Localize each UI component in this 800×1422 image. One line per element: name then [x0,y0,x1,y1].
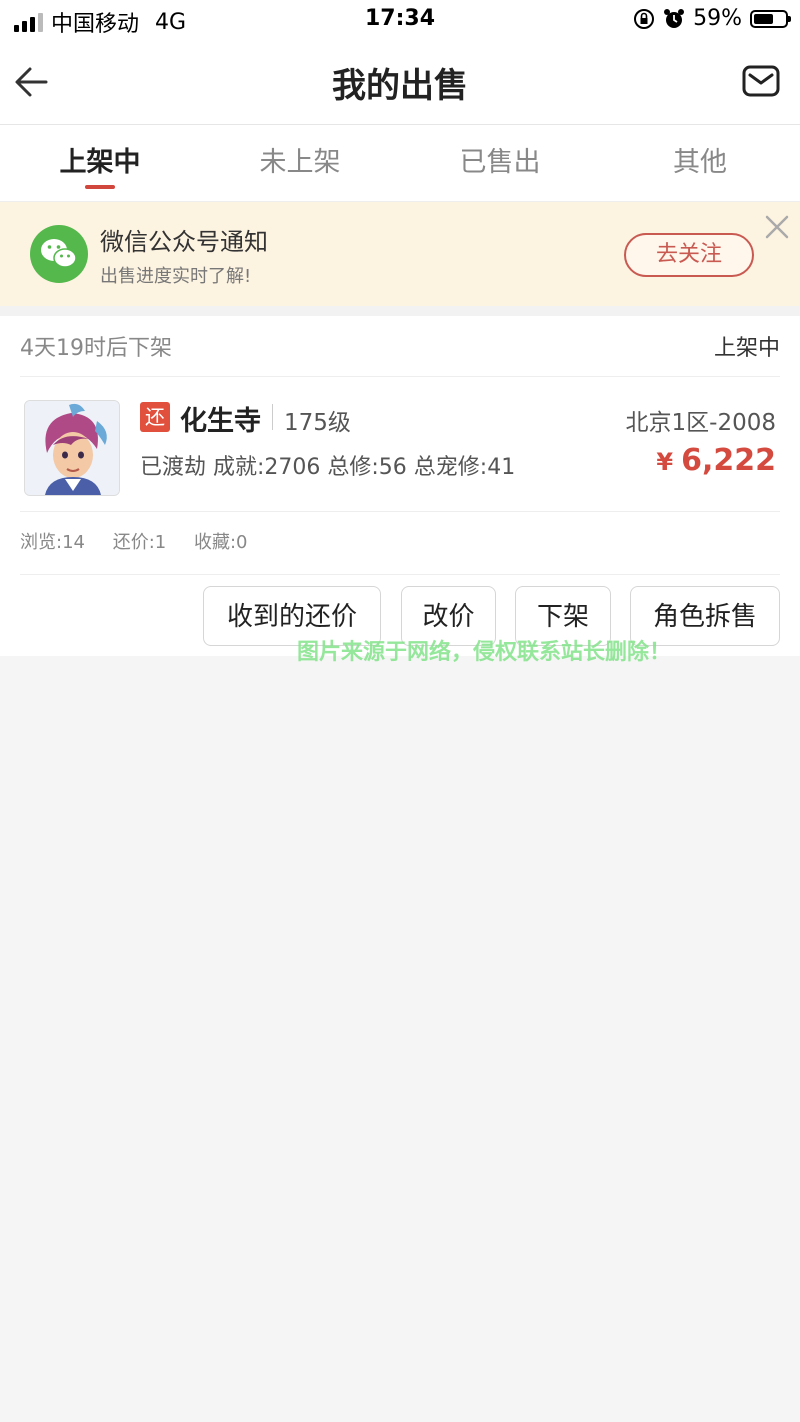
tab-other[interactable]: 其他 [600,125,800,201]
rotation-lock-icon [634,8,655,29]
favorites-count: 收藏:0 [193,532,248,553]
tab-on-sale[interactable]: 上架中 [0,125,200,201]
divider [272,404,273,430]
mail-icon[interactable] [742,64,780,98]
battery-icon [750,9,791,28]
nav-bar: 我的出售 [0,40,800,125]
offers-count: 还价:1 [112,532,167,553]
wechat-icon [30,225,88,283]
status-right: 59% [633,6,791,31]
listing-header: 4天19时后下架 上架中 [20,316,780,377]
notice-title: 微信公众号通知 [100,228,268,256]
character-level: 175级 [284,410,351,436]
price-value: 6,222 [681,443,776,478]
tab-sold[interactable]: 已售出 [400,125,600,201]
alarm-icon [664,8,685,28]
battery-percent: 59% [693,6,742,31]
bargain-badge: 还 [140,402,170,432]
listing-metrics: 浏览:14 还价:1 收藏:0 [20,512,780,575]
status-bar: 中国移动 4G 17:34 59% [0,0,800,40]
close-icon[interactable] [764,214,790,240]
watermark-text: 图片来源于网络，侵权联系站长删除！ [297,640,672,665]
tab-bar: 上架中 未上架 已售出 其他 [0,125,800,202]
character-school: 化生寺 [180,406,261,437]
follow-button[interactable]: 去关注 [624,233,754,277]
notice-subtitle: 出售进度实时了解! [100,266,252,287]
time-left-label: 4天19时后下架 [20,336,172,361]
character-avatar [24,400,120,496]
section-gap [0,306,800,316]
character-stats: 已渡劫 成就:2706 总修:56 总宠修:41 [140,455,516,480]
views-count: 浏览:14 [20,532,85,553]
server-name: 北京1区-2008 [625,410,776,436]
tab-not-listed[interactable]: 未上架 [200,125,400,201]
currency-symbol: ¥ [656,448,674,476]
price: ¥6,222 [656,443,776,478]
listing-status: 上架中 [713,336,780,361]
page-title: 我的出售 [332,66,468,106]
listing-item[interactable]: 还 化生寺 175级 北京1区-2008 已渡劫 成就:2706 总修:56 总… [20,377,780,512]
wechat-notice-banner: 微信公众号通知 出售进度实时了解! 去关注 [0,202,800,306]
listing-card: 4天19时后下架 上架中 还 化生寺 175级 北京1区-2008 已渡劫 成就… [0,316,800,656]
header-area: 中国移动 4G 17:34 59% 我的出售 上架中 未上架 已售出 其他 [0,0,800,202]
